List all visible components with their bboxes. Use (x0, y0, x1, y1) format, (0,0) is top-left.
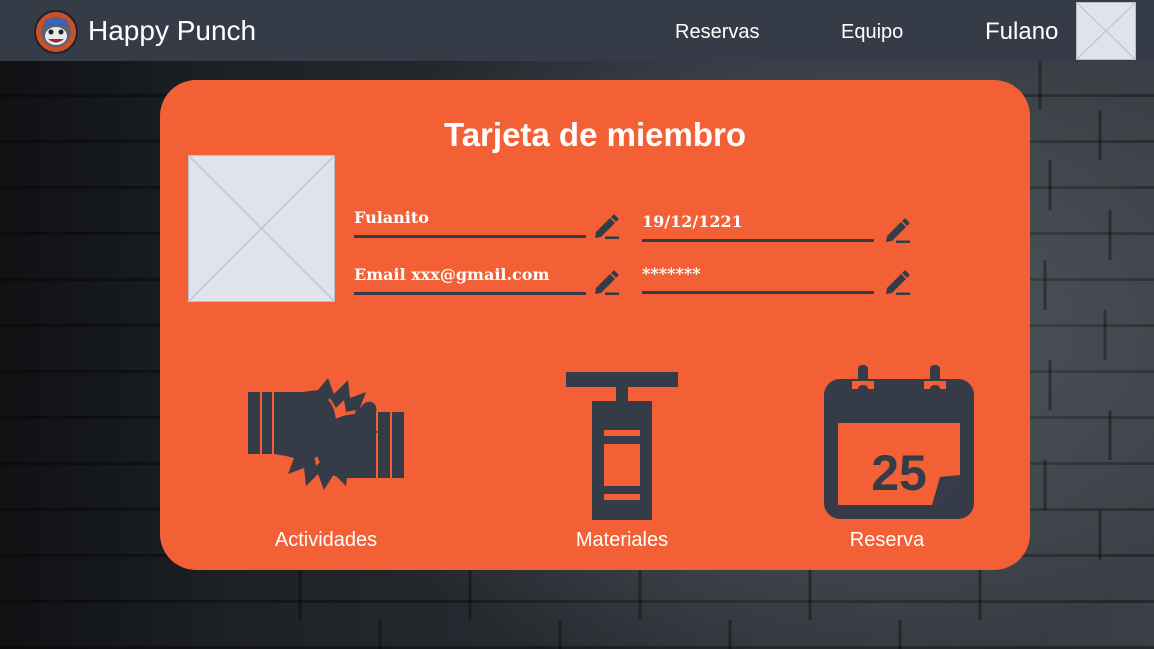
edit-name-pencil-icon[interactable] (593, 213, 621, 239)
edit-email-pencil-icon[interactable] (593, 269, 621, 295)
password-field[interactable]: ******* (642, 264, 874, 294)
name-field[interactable]: Fulanito (354, 208, 586, 238)
edit-birthdate-pencil-icon[interactable] (884, 217, 912, 243)
materiales-label: Materiales (575, 529, 669, 551)
calendar-icon: 25 (822, 365, 976, 521)
birthdate-field[interactable]: 19/12/1221 (642, 212, 874, 242)
name-value: Fulanito (354, 208, 429, 227)
member-card: Tarjeta de miembro Fulanito 19/12/1221 E… (160, 80, 1030, 570)
password-value: ******* (642, 264, 701, 283)
email-value: Email xxx@gmail.com (354, 265, 550, 284)
name-underline (354, 235, 586, 238)
password-underline (642, 291, 874, 294)
nav-link-reservas[interactable]: Reservas (675, 21, 759, 44)
nav-link-equipo[interactable]: Equipo (841, 21, 903, 44)
materiales-button[interactable]: Materiales (552, 370, 692, 555)
svg-text:25: 25 (871, 445, 927, 501)
birthdate-value: 19/12/1221 (642, 212, 743, 231)
email-underline (354, 292, 586, 295)
member-photo-placeholder-icon[interactable] (187, 154, 336, 303)
birthdate-underline (642, 239, 874, 242)
punching-bag-icon (566, 372, 678, 522)
reserva-button[interactable]: 25 Reserva (810, 365, 974, 555)
boxer-mascot-logo-icon[interactable] (34, 10, 78, 54)
edit-password-pencil-icon[interactable] (884, 269, 912, 295)
user-avatar-placeholder-icon[interactable] (1075, 1, 1137, 61)
brand-name: Happy Punch (88, 15, 257, 46)
actividades-label: Actividades (274, 529, 378, 551)
top-navigation-bar: Happy Punch Reservas Equipo Fulano (0, 0, 1154, 61)
actividades-button[interactable]: Actividades (238, 370, 414, 555)
card-title: Tarjeta de miembro (444, 116, 746, 153)
email-field[interactable]: Email xxx@gmail.com (354, 265, 586, 295)
boxing-gloves-icon (248, 370, 404, 505)
user-name[interactable]: Fulano (985, 18, 1058, 46)
reserva-label: Reserva (849, 529, 925, 551)
